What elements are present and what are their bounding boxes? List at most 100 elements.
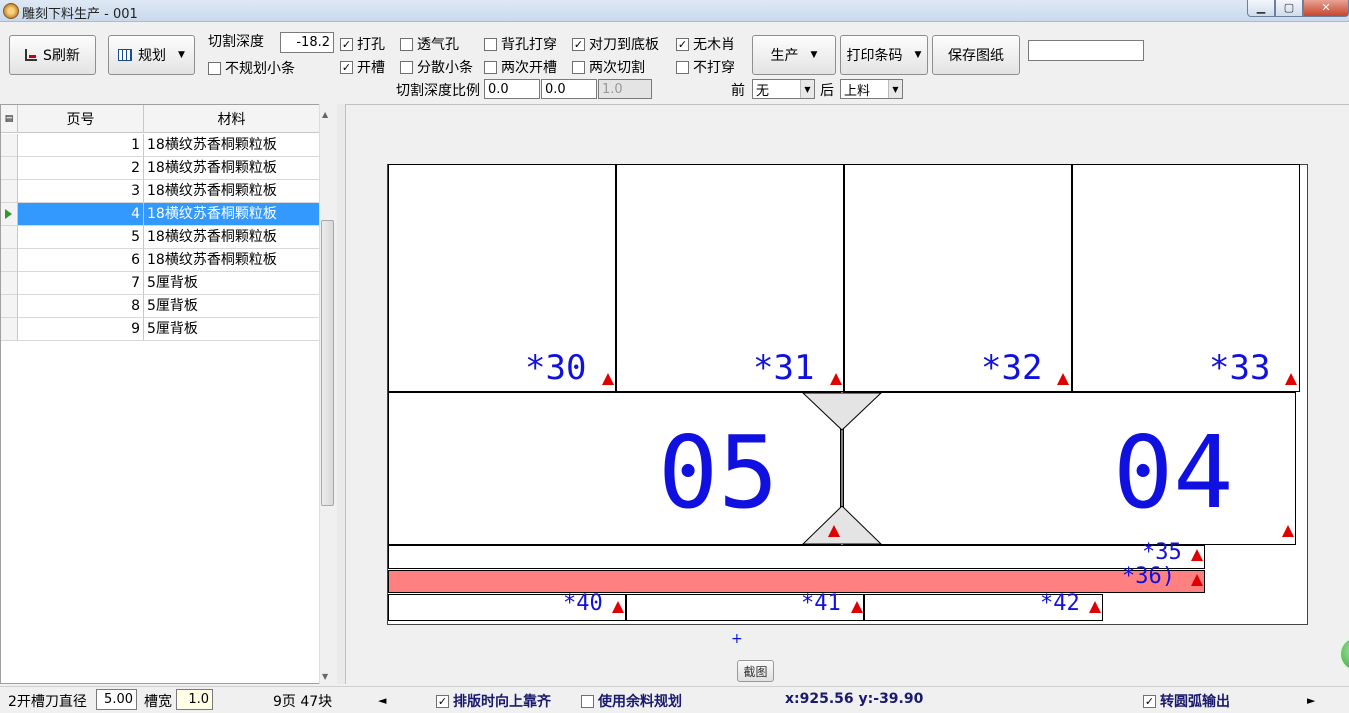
- cell-material[interactable]: 5厘背板: [144, 272, 320, 295]
- scroll-right-icon[interactable]: ►: [1307, 694, 1315, 707]
- table-row[interactable]: 3 18横纹苏香桐颗粒板: [1, 180, 320, 203]
- depth-ratio-input-2[interactable]: 0.0: [541, 79, 597, 99]
- table-row[interactable]: 9 5厘背板: [1, 318, 320, 341]
- vent-hole-checkbox[interactable]: 透气孔: [400, 34, 459, 54]
- front-select[interactable]: 无 ▼: [752, 79, 815, 99]
- grid-scrollbar-thumb[interactable]: [321, 220, 334, 506]
- cut-depth-input[interactable]: -18.2: [280, 32, 334, 53]
- hourglass-cutout: [801, 392, 883, 545]
- minimize-button[interactable]: ▁: [1247, 0, 1275, 17]
- part-35[interactable]: [388, 545, 1205, 569]
- slot-width-label: 槽宽: [144, 694, 172, 710]
- direction-marker-icon: [1282, 525, 1294, 537]
- cell-material[interactable]: 18横纹苏香桐颗粒板: [144, 180, 320, 203]
- plan-button[interactable]: 规划 ▼: [108, 35, 195, 75]
- cell-material[interactable]: 18横纹苏香桐颗粒板: [144, 157, 320, 180]
- scroll-left-icon[interactable]: ◄: [378, 694, 386, 707]
- table-row[interactable]: 2 18横纹苏香桐颗粒板: [1, 157, 320, 180]
- checkbox-icon: [676, 60, 689, 74]
- cell-page-number[interactable]: 4: [18, 203, 144, 226]
- refresh-icon: [25, 49, 38, 61]
- direction-marker-icon: [1191, 574, 1203, 586]
- cell-material[interactable]: 5厘背板: [144, 318, 320, 341]
- double-cut-checkbox[interactable]: 两次切割: [572, 57, 645, 77]
- back-hole-through-label: 背孔打穿: [501, 37, 557, 53]
- back-select[interactable]: 上料 ▼: [840, 79, 903, 99]
- close-button[interactable]: ✕: [1303, 0, 1349, 17]
- slot-width-input[interactable]: 1.0: [176, 689, 213, 710]
- scroll-down-icon[interactable]: ▼: [322, 672, 328, 681]
- row-indicator[interactable]: [1, 226, 18, 249]
- depth-ratio-label: 切割深度比例: [396, 83, 480, 99]
- double-slot-checkbox[interactable]: 两次开槽: [484, 57, 557, 77]
- cell-page-number[interactable]: 7: [18, 272, 144, 295]
- cell-page-number[interactable]: 9: [18, 318, 144, 341]
- cell-material[interactable]: 5厘背板: [144, 295, 320, 318]
- row-indicator[interactable]: [1, 180, 18, 203]
- cell-page-number[interactable]: 2: [18, 157, 144, 180]
- no-through-checkbox[interactable]: 不打穿: [676, 57, 735, 77]
- direction-marker-icon: [602, 373, 614, 385]
- screenshot-button[interactable]: 截图: [737, 660, 774, 682]
- scatter-strip-checkbox[interactable]: 分散小条: [400, 57, 473, 77]
- part-label-32: *32: [981, 348, 1043, 388]
- cell-page-number[interactable]: 3: [18, 180, 144, 203]
- cell-page-number[interactable]: 1: [18, 134, 144, 157]
- maximize-button[interactable]: ▢: [1275, 0, 1303, 17]
- cell-material[interactable]: 18横纹苏香桐颗粒板: [144, 226, 320, 249]
- slot-checkbox[interactable]: ✓ 开槽: [340, 57, 385, 77]
- table-row[interactable]: 5 18横纹苏香桐颗粒板: [1, 226, 320, 249]
- search-input[interactable]: [1028, 40, 1144, 61]
- slot-knife-label: 2开槽刀直径: [8, 694, 87, 710]
- back-select-value: 上料: [844, 83, 871, 99]
- part-label-04: 04: [1113, 414, 1234, 531]
- cell-material[interactable]: 18横纹苏香桐颗粒板: [144, 249, 320, 272]
- grid-corner-icon[interactable]: ▤: [1, 105, 18, 133]
- align-top-checkbox[interactable]: ✓ 排版时向上靠齐: [436, 691, 551, 711]
- panel-splitter[interactable]: [337, 104, 345, 684]
- save-drawing-button[interactable]: 保存图纸: [932, 35, 1020, 75]
- cell-page-number[interactable]: 6: [18, 249, 144, 272]
- cut-depth-label: 切割深度: [208, 34, 264, 50]
- direction-marker-icon: [612, 601, 624, 613]
- row-indicator[interactable]: [1, 318, 18, 341]
- scroll-up-icon[interactable]: ▲: [322, 110, 328, 119]
- row-indicator[interactable]: [1, 249, 18, 272]
- cell-page-number[interactable]: 5: [18, 226, 144, 249]
- table-row[interactable]: 7 5厘背板: [1, 272, 320, 295]
- arc-output-checkbox[interactable]: ✓ 转圆弧输出: [1143, 691, 1230, 711]
- direction-marker-icon: [1285, 373, 1297, 385]
- depth-ratio-input-1[interactable]: 0.0: [484, 79, 540, 99]
- no-through-label: 不打穿: [693, 60, 735, 76]
- back-label: 后: [820, 83, 834, 99]
- cell-page-number[interactable]: 8: [18, 295, 144, 318]
- origin-marker-icon: +: [731, 631, 743, 647]
- column-header-page[interactable]: 页号: [18, 105, 144, 133]
- table-row[interactable]: 1 18横纹苏香桐颗粒板: [1, 134, 320, 157]
- slot-knife-input[interactable]: 5.00: [96, 689, 137, 710]
- part-36-highlighted[interactable]: [388, 570, 1205, 593]
- cell-material[interactable]: 18横纹苏香桐颗粒板: [144, 134, 320, 157]
- back-hole-through-checkbox[interactable]: 背孔打穿: [484, 34, 557, 54]
- print-barcode-button[interactable]: 打印条码 ▼: [840, 35, 928, 75]
- direction-marker-icon: [828, 525, 840, 537]
- cell-material[interactable]: 18横纹苏香桐颗粒板: [144, 203, 320, 226]
- drill-checkbox[interactable]: ✓ 打孔: [340, 34, 385, 54]
- refresh-button[interactable]: S刷新: [9, 35, 96, 75]
- row-indicator[interactable]: [1, 272, 18, 295]
- table-row[interactable]: 4 18横纹苏香桐颗粒板: [1, 203, 320, 226]
- no-plan-strip-checkbox[interactable]: 不规划小条: [208, 58, 295, 78]
- row-indicator[interactable]: [1, 157, 18, 180]
- no-wood-chips-checkbox[interactable]: ✓ 无木肖: [676, 34, 735, 54]
- table-row[interactable]: 8 5厘背板: [1, 295, 320, 318]
- column-header-material[interactable]: 材料: [144, 105, 320, 133]
- row-indicator[interactable]: [1, 134, 18, 157]
- row-indicator[interactable]: [1, 295, 18, 318]
- table-row[interactable]: 6 18横纹苏香桐颗粒板: [1, 249, 320, 272]
- produce-button[interactable]: 生产 ▼: [752, 35, 836, 75]
- row-pointer-icon[interactable]: [1, 203, 18, 226]
- part-label-42: *42: [1040, 591, 1080, 616]
- knife-to-bottom-checkbox[interactable]: ✓ 对刀到底板: [572, 34, 659, 54]
- use-remnant-checkbox[interactable]: 使用余料规划: [581, 691, 682, 711]
- checkmark-icon: ✓: [436, 694, 449, 708]
